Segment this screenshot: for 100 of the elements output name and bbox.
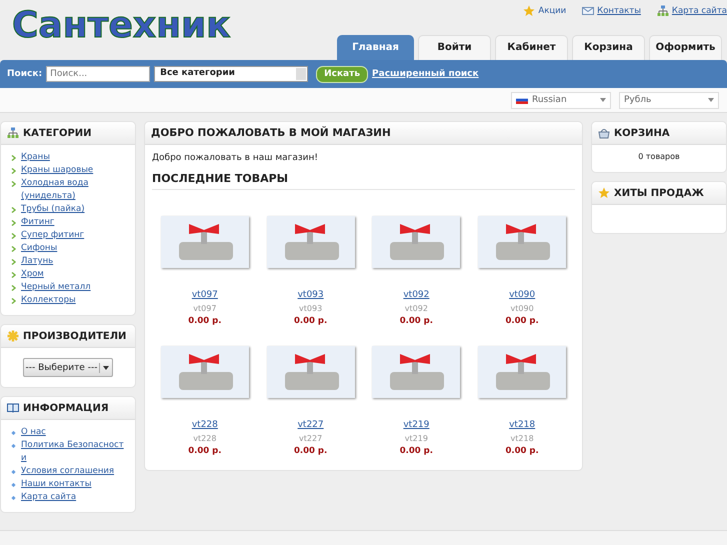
chevron-icon (11, 220, 16, 226)
chevron-icon (11, 272, 16, 278)
chevron-icon (11, 298, 16, 304)
box-title: КАТЕГОРИИ (23, 128, 92, 138)
product-model: vt218 (510, 433, 534, 445)
diamond-icon (11, 495, 16, 501)
dropdown-arrow-icon (600, 98, 606, 102)
category-link[interactable]: Фитинг (21, 216, 54, 229)
valve-photo-placeholder[interactable] (372, 216, 460, 268)
info-link[interactable]: Наши контакты (21, 478, 92, 491)
top-link[interactable]: Карта сайта (656, 5, 727, 17)
category-select[interactable]: Все категории (154, 66, 308, 82)
envelope-icon (582, 5, 594, 17)
valve-photo-placeholder[interactable] (372, 346, 460, 398)
chevron-icon (11, 233, 16, 239)
category-link[interactable]: Холодная вода (унидельта) (21, 177, 127, 203)
currency-select[interactable]: Рубль (619, 92, 719, 108)
nav-tab[interactable]: Главная (337, 35, 414, 60)
product-link[interactable]: vt227 (298, 419, 324, 432)
nav-tab[interactable]: Оформить (649, 35, 722, 60)
flag-icon (516, 96, 528, 104)
cart-summary: 0 товаров (638, 152, 680, 161)
site-logo[interactable]: Сантехник (0, 0, 231, 48)
chevron-icon (11, 285, 16, 291)
category-link[interactable]: Краны (21, 151, 50, 164)
search-field[interactable]: Поиск... (46, 66, 150, 82)
product-link[interactable]: vt219 (403, 419, 430, 432)
advanced-search-link[interactable]: Расширенный поиск (372, 69, 479, 79)
diamond-icon (11, 469, 16, 475)
product-price: 0.00 р. (400, 315, 433, 328)
asterisk-icon (7, 330, 19, 342)
category-link[interactable]: Супер фитинг (21, 229, 84, 242)
chevron-icon (11, 259, 16, 265)
category-link[interactable]: Трубы (пайка) (21, 203, 85, 216)
product-model: vt093 (299, 303, 322, 315)
dropdown-arrow-icon (708, 98, 714, 102)
product-link[interactable]: vt218 (509, 419, 536, 432)
search-label: Поиск: (7, 69, 42, 79)
product-model: vt227 (299, 433, 322, 445)
product-link[interactable]: vt228 (192, 419, 218, 432)
product-price: 0.00 р. (188, 445, 222, 458)
category-link[interactable]: Краны шаровые (21, 164, 94, 177)
product-link[interactable]: vt090 (509, 289, 536, 302)
product-link[interactable]: vt097 (192, 289, 218, 302)
box-title: ХИТЫ ПРОДАЖ (614, 188, 704, 198)
category-link[interactable]: Хром (21, 268, 44, 281)
product-price: 0.00 р. (400, 445, 433, 458)
box-title: КОРЗИНА (614, 128, 670, 138)
diamond-icon (11, 443, 16, 449)
category-link[interactable]: Латунь (21, 255, 54, 268)
info-link[interactable]: Условия соглашения (21, 465, 114, 478)
top-link[interactable]: Акции (523, 5, 566, 17)
star-icon (598, 187, 610, 199)
valve-photo-placeholder[interactable] (266, 346, 355, 398)
info-link[interactable]: О нас (21, 426, 46, 439)
manufacturer-select[interactable]: --- Выберите --- (23, 358, 113, 377)
info-link[interactable]: Карта сайта (21, 491, 76, 504)
chevron-icon (11, 168, 16, 174)
valve-photo-placeholder[interactable] (266, 216, 355, 268)
dropdown-arrow-icon (103, 366, 109, 370)
top-link[interactable]: Контакты (582, 5, 641, 17)
product-price: 0.00 р. (506, 315, 539, 328)
valve-photo-placeholder[interactable] (160, 216, 249, 268)
basket-icon (598, 127, 610, 139)
product-model: vt092 (404, 303, 428, 315)
valve-photo-placeholder[interactable] (478, 216, 566, 268)
product-price: 0.00 р. (294, 445, 328, 458)
chevron-icon (11, 181, 16, 187)
nav-tab[interactable]: Корзина (572, 35, 645, 60)
chevron-icon (11, 246, 16, 252)
chevron-icon (11, 155, 16, 161)
diamond-icon (11, 430, 16, 436)
product-price: 0.00 р. (294, 315, 328, 328)
nav-tab[interactable]: Войти (418, 35, 491, 60)
chevron-icon (11, 207, 16, 213)
product-model: vt097 (193, 303, 216, 315)
sitemap-icon (7, 127, 19, 139)
product-model: vt219 (404, 433, 428, 445)
valve-photo-placeholder[interactable] (478, 346, 566, 398)
category-link[interactable]: Коллекторы (21, 294, 76, 307)
nav-tab[interactable]: Кабинет (495, 35, 568, 60)
book-icon (7, 402, 19, 414)
diamond-icon (11, 482, 16, 488)
product-link[interactable]: vt092 (403, 289, 430, 302)
welcome-text: Добро пожаловать в наш магазин! (152, 153, 320, 163)
language-select[interactable]: Russian (511, 92, 611, 108)
product-price: 0.00 р. (506, 445, 539, 458)
product-model: vt090 (510, 303, 534, 315)
valve-photo-placeholder[interactable] (160, 346, 249, 398)
product-price: 0.00 р. (188, 315, 222, 328)
section-heading: ПОСЛЕДНИЕ ТОВАРЫ (152, 172, 575, 190)
info-link[interactable]: Политика Безопасност и (21, 439, 127, 465)
product-model: vt228 (193, 433, 216, 445)
category-link[interactable]: Черный металл (21, 281, 91, 294)
box-title: ДОБРО ПОЖАЛОВАТЬ В МОЙ МАГАЗИН (151, 127, 391, 139)
box-title: ИНФОРМАЦИЯ (23, 402, 109, 414)
category-link[interactable]: Сифоны (21, 242, 58, 255)
star-icon (523, 5, 536, 17)
product-link[interactable]: vt093 (298, 289, 324, 302)
box-title: ПРОИЗВОДИТЕЛИ (23, 330, 126, 342)
